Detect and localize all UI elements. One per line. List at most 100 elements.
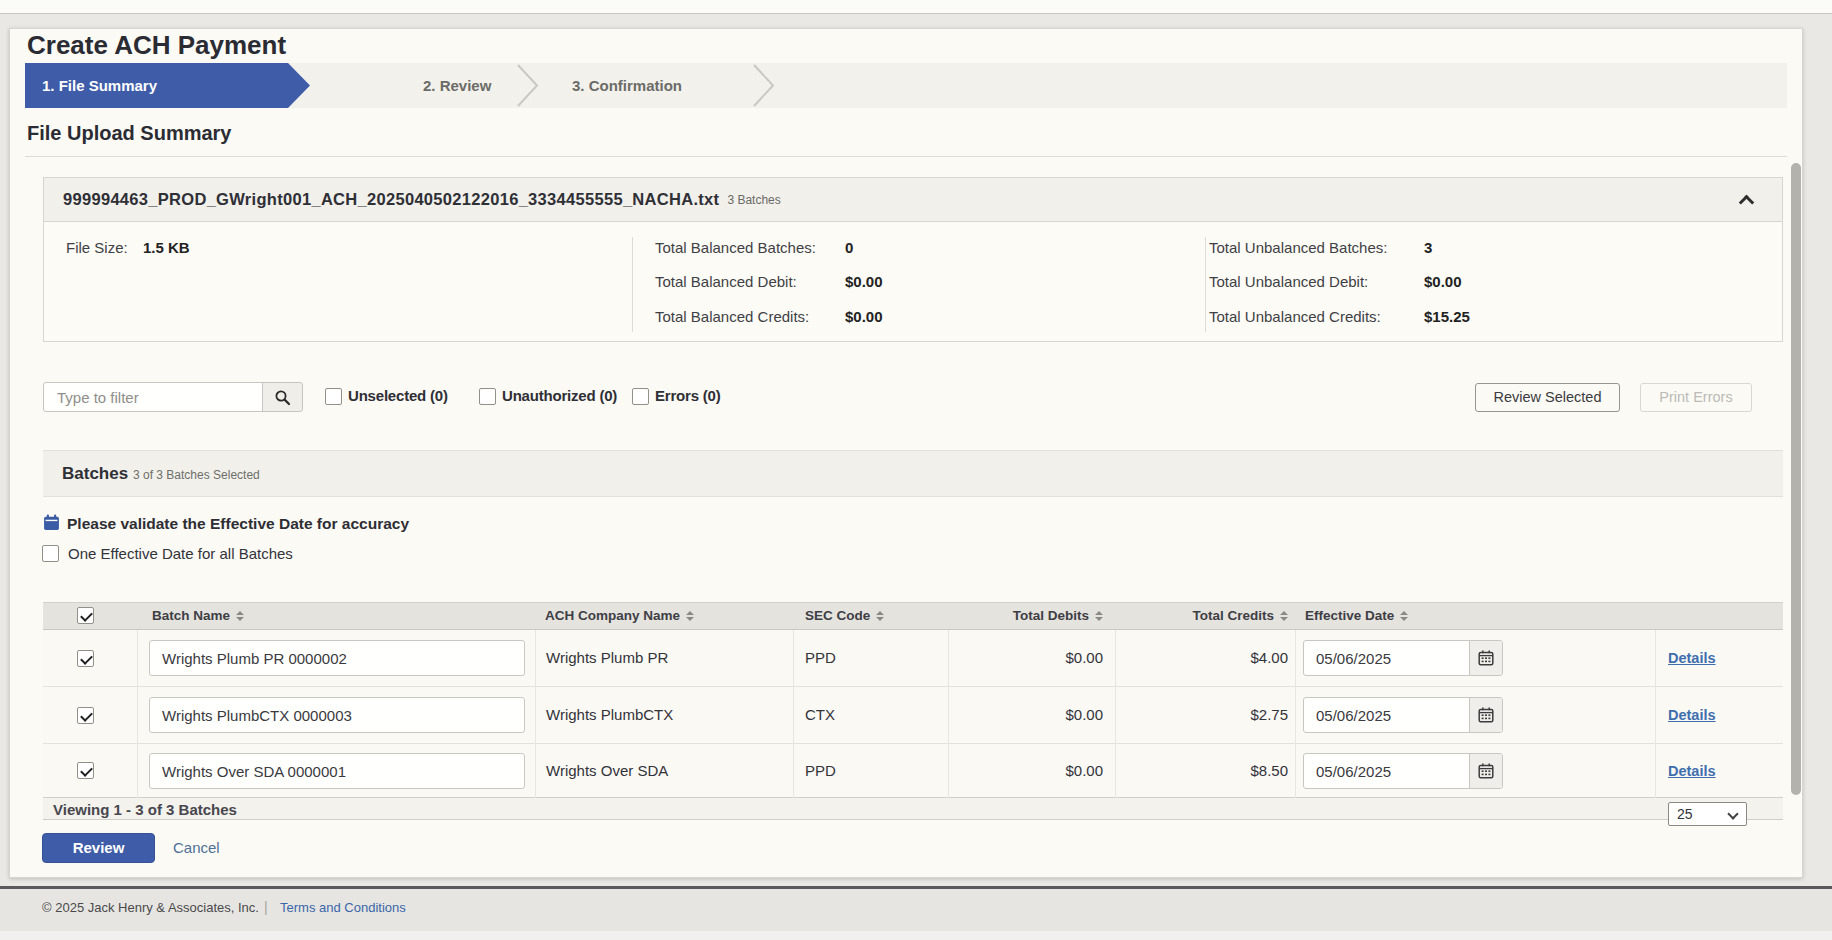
search-button[interactable] (262, 382, 303, 412)
col-batch-name[interactable]: Batch Name (152, 602, 244, 630)
errors-checkbox[interactable] (632, 388, 649, 405)
col-total-debits[interactable]: Total Debits (948, 602, 1103, 630)
bottom-band (0, 931, 1832, 940)
page-size-select[interactable]: 25 (1668, 802, 1747, 826)
debits-cell: $0.00 (948, 650, 1103, 666)
one-effective-date-label: One Effective Date for all Batches (68, 546, 293, 562)
batches-subtitle: 3 of 3 Batches Selected (133, 469, 260, 481)
create-ach-payment-page: Create ACH Payment 1. File Summary 2. Re… (0, 0, 1832, 940)
col-effective-date[interactable]: Effective Date (1305, 602, 1408, 630)
col-company-name[interactable]: ACH Company Name (545, 602, 694, 630)
validate-note: Please validate the Effective Date for a… (67, 515, 409, 532)
batch-name-input[interactable] (149, 697, 525, 733)
footer (0, 889, 1832, 931)
step-file-summary-label: 1. File Summary (42, 63, 157, 108)
effective-date-input[interactable]: 05/06/2025 (1303, 697, 1503, 733)
sort-icon (1280, 611, 1288, 621)
batch-name-input[interactable] (149, 753, 525, 789)
balanced-credits-value: $0.00 (845, 309, 883, 325)
step-separator-icon (751, 63, 777, 108)
row-checkbox[interactable] (77, 650, 94, 667)
divider (137, 630, 138, 798)
terms-link[interactable]: Terms and Conditions (280, 901, 406, 915)
calendar-icon (1478, 763, 1494, 779)
print-errors-button[interactable]: Print Errors (1640, 383, 1752, 412)
date-picker-button[interactable] (1469, 641, 1502, 675)
credits-cell: $4.00 (1133, 650, 1288, 666)
effective-date-input[interactable]: 05/06/2025 (1303, 640, 1503, 676)
divider (1295, 630, 1296, 798)
divider (1115, 630, 1116, 798)
step-review[interactable]: 2. Review (423, 63, 491, 108)
sort-icon (686, 611, 694, 621)
details-link[interactable]: Details (1668, 763, 1716, 779)
select-all-checkbox[interactable] (77, 607, 94, 624)
company-cell: Wrights Plumb PR (546, 650, 668, 666)
debits-cell: $0.00 (948, 707, 1103, 723)
file-size-label: File Size: (66, 240, 128, 256)
unauthorized-checkbox[interactable] (479, 388, 496, 405)
unselected-label: Unselected (0) (348, 387, 448, 405)
unbalanced-debit-label: Total Unbalanced Debit: (1209, 274, 1368, 290)
date-picker-button[interactable] (1469, 698, 1502, 732)
unbalanced-batches-label: Total Unbalanced Batches: (1209, 240, 1387, 256)
divider (793, 630, 794, 798)
company-cell: Wrights PlumbCTX (546, 707, 673, 723)
scrollbar[interactable] (1791, 163, 1801, 795)
divider (1655, 630, 1656, 798)
credits-cell: $2.75 (1133, 707, 1288, 723)
balanced-credits-label: Total Balanced Credits: (655, 309, 809, 325)
unauthorized-label: Unauthorized (0) (502, 387, 617, 405)
row-checkbox[interactable] (77, 762, 94, 779)
step-confirmation[interactable]: 3. Confirmation (572, 63, 682, 108)
step-separator-icon (515, 63, 541, 108)
details-link[interactable]: Details (1668, 650, 1716, 666)
row-checkbox[interactable] (77, 707, 94, 724)
divider (1205, 237, 1206, 332)
batches-title: Batches (62, 466, 128, 482)
debits-cell: $0.00 (948, 763, 1103, 779)
top-strip (0, 0, 1832, 14)
chevron-down-icon (1727, 808, 1738, 819)
divider (632, 237, 633, 332)
filter-input[interactable] (43, 382, 263, 412)
col-total-credits[interactable]: Total Credits (1133, 602, 1288, 630)
unbalanced-debit-value: $0.00 (1424, 274, 1462, 290)
divider (25, 156, 1787, 157)
balanced-debit-label: Total Balanced Debit: (655, 274, 797, 290)
page-title: Create ACH Payment (27, 30, 286, 61)
divider (535, 630, 536, 798)
sort-icon (1095, 611, 1103, 621)
unbalanced-batches-value: 3 (1424, 240, 1432, 256)
calendar-icon (1478, 650, 1494, 666)
credits-cell: $8.50 (1133, 763, 1288, 779)
effective-date-input[interactable]: 05/06/2025 (1303, 753, 1503, 789)
date-picker-button[interactable] (1469, 754, 1502, 788)
sort-icon (876, 611, 884, 621)
file-batches-note: 3 Batches (727, 193, 780, 207)
table-header (43, 602, 1783, 630)
file-panel-header[interactable]: 999994463_PROD_GWright001_ACH_2025040502… (43, 177, 1783, 222)
divider: | (264, 899, 268, 915)
search-icon (274, 389, 291, 406)
batch-name-input[interactable] (149, 640, 525, 676)
file-size-value: 1.5 KB (143, 240, 190, 256)
balanced-debit-value: $0.00 (845, 274, 883, 290)
col-sec-code[interactable]: SEC Code (805, 602, 884, 630)
sec-cell: PPD (805, 763, 836, 779)
details-link[interactable]: Details (1668, 707, 1716, 723)
errors-label: Errors (0) (655, 387, 721, 405)
calendar-icon (43, 514, 60, 531)
cancel-link[interactable]: Cancel (173, 840, 220, 856)
batches-section-bar (43, 450, 1783, 497)
balanced-batches-value: 0 (845, 240, 853, 256)
one-effective-date-checkbox[interactable] (42, 545, 59, 562)
company-cell: Wrights Over SDA (546, 763, 668, 779)
balanced-batches-label: Total Balanced Batches: (655, 240, 816, 256)
viewing-summary: Viewing 1 - 3 of 3 Batches (53, 802, 237, 818)
unselected-checkbox[interactable] (325, 388, 342, 405)
section-heading: File Upload Summary (27, 122, 232, 145)
review-selected-button[interactable]: Review Selected (1475, 383, 1620, 412)
copyright-text: © 2025 Jack Henry & Associates, Inc. (42, 901, 259, 915)
review-button[interactable]: Review (42, 833, 155, 863)
